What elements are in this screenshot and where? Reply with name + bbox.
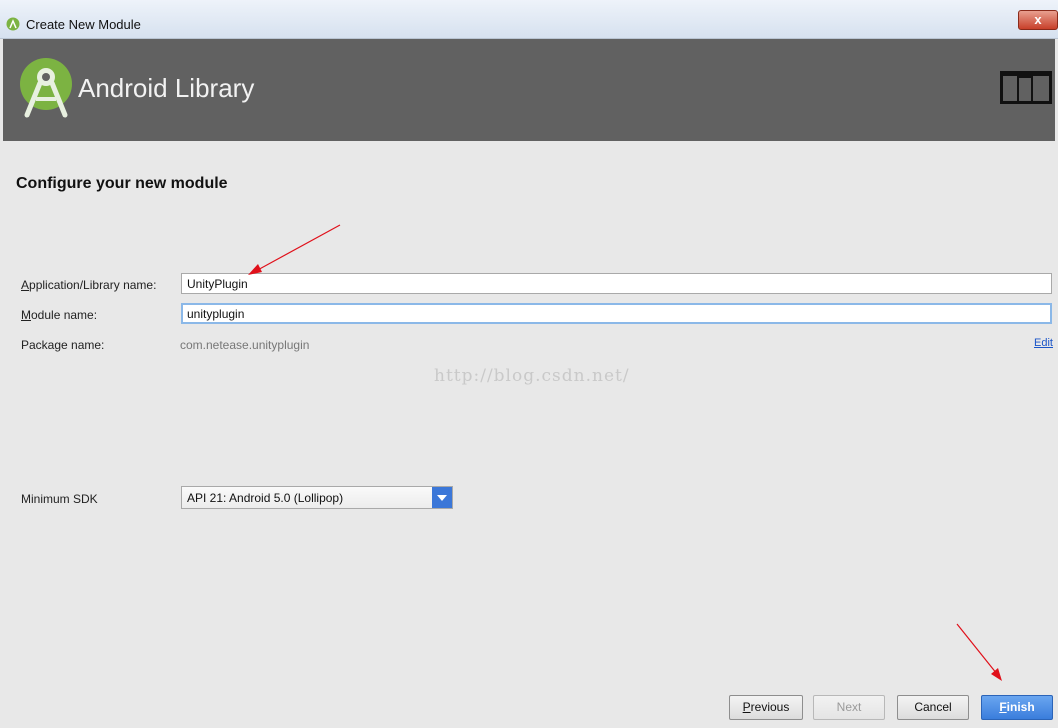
chevron-down-icon[interactable] [432, 487, 452, 508]
banner-heading: Android Library [78, 73, 255, 103]
window-title: Create New Module [26, 17, 141, 32]
close-button[interactable]: x [1018, 10, 1058, 30]
next-button[interactable]: Next [813, 695, 885, 720]
finish-button[interactable]: Finish [981, 695, 1053, 720]
package-name-value: com.netease.unityplugin [180, 338, 310, 352]
module-name-label: Module name: [21, 308, 98, 322]
app-name-label: Application/Library name: [21, 278, 157, 292]
min-sdk-select[interactable]: API 21: Android 5.0 (Lollipop) [181, 486, 453, 509]
previous-button[interactable]: Previous [729, 695, 803, 720]
min-sdk-label: Minimum SDK [21, 492, 98, 506]
android-studio-logo-icon [20, 58, 72, 118]
module-name-input[interactable] [181, 303, 1052, 324]
page-title: Configure your new module [16, 175, 228, 192]
device-form-factor-icon [1000, 71, 1052, 104]
android-studio-icon [6, 17, 20, 31]
package-name-label: Package name: [21, 338, 105, 352]
cancel-button[interactable]: Cancel [897, 695, 969, 720]
edit-package-link[interactable]: Edit [1034, 337, 1053, 349]
content-panel: Configure your new module Application/Li… [3, 141, 1055, 728]
window-titlebar: Create New Module x [0, 0, 1058, 39]
app-name-input[interactable] [181, 273, 1052, 294]
header-banner: Android Library [3, 39, 1055, 141]
watermark: http://blog.csdn.net/ [434, 366, 630, 386]
min-sdk-selected-value: API 21: Android 5.0 (Lollipop) [187, 491, 344, 505]
